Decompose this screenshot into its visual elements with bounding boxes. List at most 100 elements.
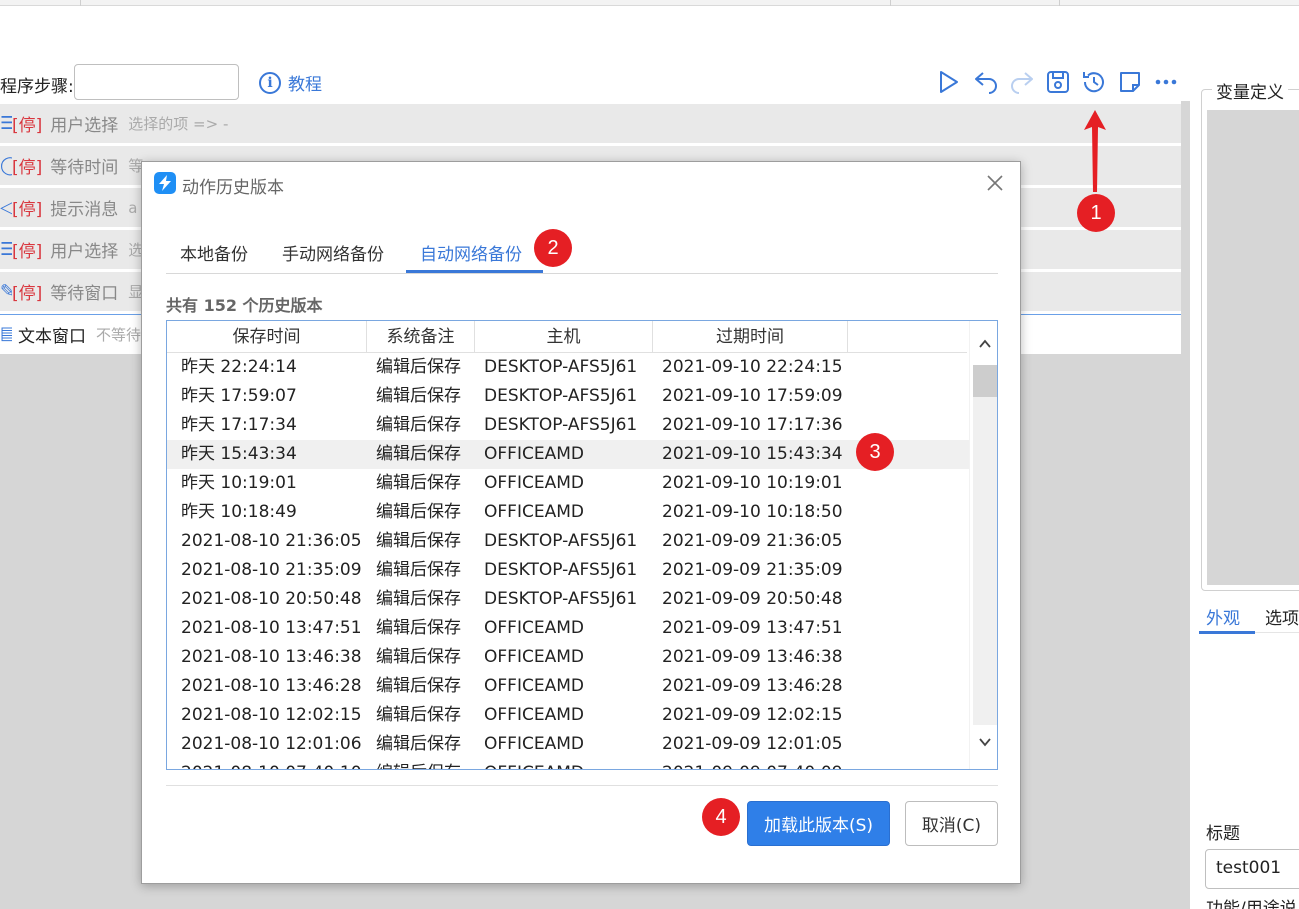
- step-row[interactable]: ☰ [停] 用户选择 选择的项 => -: [0, 104, 1181, 144]
- tutorial-link[interactable]: i 教程: [259, 70, 322, 95]
- table-row[interactable]: 2021-08-10 13:47:51 编辑后保存 OFFICEAMD 2021-09…: [167, 614, 969, 643]
- table-cell: 编辑后保存: [376, 502, 461, 522]
- step-tag: [停]: [12, 242, 43, 262]
- table-row[interactable]: 昨天 17:17:34 编辑后保存 DESKTOP-AFS5J61 2021-09-1…: [167, 411, 969, 440]
- annotation-badge-4: 4: [702, 798, 740, 836]
- table-cell: DESKTOP-AFS5J61: [484, 357, 638, 377]
- list-icon: ☰: [0, 112, 12, 134]
- step-desc: 不等待: [96, 325, 142, 344]
- annotation-badge-2: 2: [534, 229, 572, 267]
- table-cell: 2021-09-09 13:46:38: [662, 647, 843, 667]
- table-cell: 昨天 17:59:07: [181, 386, 297, 406]
- annotation-arrow: [1084, 110, 1106, 192]
- table-row[interactable]: 昨天 15:43:34 编辑后保存 OFFICEAMD 2021-09-10 15:4…: [167, 440, 969, 469]
- scrollbar-thumb[interactable]: [973, 365, 997, 397]
- title-input[interactable]: test001: [1205, 849, 1299, 889]
- play-icon[interactable]: [934, 68, 962, 96]
- history-table: 保存时间 系统备注 主机 过期时间 昨天 22:24:14 编辑后保存 DESKTO…: [166, 320, 998, 770]
- tabs-divider: [166, 273, 998, 274]
- step-tag: [停]: [12, 116, 43, 136]
- table-row[interactable]: 昨天 10:18:49 编辑后保存 OFFICEAMD 2021-09-10 10:1…: [167, 498, 969, 527]
- info-icon: i: [259, 71, 281, 94]
- table-row[interactable]: 2021-08-10 07:40:10 编辑后保存 OFFICEAMD 2021-09…: [167, 759, 969, 769]
- more-icon[interactable]: [1152, 68, 1180, 96]
- tab-local-backup[interactable]: 本地备份: [180, 240, 248, 265]
- table-cell: OFFICEAMD: [484, 647, 584, 667]
- table-scrollbar[interactable]: [969, 321, 997, 769]
- table-row[interactable]: 2021-08-10 21:35:09 编辑后保存 DESKTOP-AFS5J61 2…: [167, 556, 969, 585]
- tab-appearance[interactable]: 外观: [1206, 604, 1240, 629]
- step-list-scrollbar[interactable]: [1181, 101, 1190, 909]
- table-cell: OFFICEAMD: [484, 502, 584, 522]
- footer-divider: [166, 785, 998, 786]
- active-tab-underline: [406, 270, 543, 273]
- tutorial-label: 教程: [288, 75, 322, 95]
- table-cell: 2021-08-10 20:50:48: [181, 589, 362, 609]
- load-version-button[interactable]: 加载此版本(S): [747, 801, 890, 846]
- step-desc: 选择的项 => -: [128, 115, 229, 133]
- table-cell: 昨天 15:43:34: [181, 444, 297, 464]
- step-label: 程序步骤:: [0, 77, 74, 97]
- tab-manual-network-backup[interactable]: 手动网络备份: [282, 240, 384, 265]
- table-cell: 编辑后保存: [376, 759, 461, 769]
- column-header-save-time[interactable]: 保存时间: [167, 321, 367, 353]
- column-header-expire-time[interactable]: 过期时间: [653, 321, 848, 353]
- step-name: 等待窗口: [50, 284, 119, 304]
- chevron-down-icon[interactable]: [978, 735, 992, 749]
- annotation-badge-3: 3: [856, 433, 894, 471]
- step-desc: a: [128, 198, 138, 217]
- scrollbar-track[interactable]: [973, 365, 997, 725]
- table-cell: 2021-09-10 15:43:34: [662, 444, 843, 464]
- table-cell: 2021-09-10 17:17:36: [662, 415, 843, 435]
- step-tag: [停]: [12, 200, 43, 220]
- note-icon[interactable]: [1116, 68, 1144, 96]
- close-icon[interactable]: [986, 174, 1004, 192]
- dialog-title: 动作历史版本: [182, 178, 284, 198]
- table-row[interactable]: 昨天 10:19:01 编辑后保存 OFFICEAMD 2021-09-10 10:1…: [167, 469, 969, 498]
- variable-definition-title: 变量定义: [1212, 78, 1288, 103]
- redo-icon[interactable]: [1008, 68, 1036, 96]
- table-cell: 2021-09-10 10:18:50: [662, 502, 843, 522]
- step-name: 用户选择: [50, 116, 119, 136]
- cancel-button[interactable]: 取消(C): [905, 801, 998, 846]
- table-cell: 编辑后保存: [376, 357, 461, 377]
- table-cell: 2021-08-10 21:35:09: [181, 560, 362, 580]
- table-row[interactable]: 2021-08-10 12:02:15 编辑后保存 OFFICEAMD 2021-09…: [167, 701, 969, 730]
- table-cell: OFFICEAMD: [484, 618, 584, 638]
- table-cell: DESKTOP-AFS5J61: [484, 415, 638, 435]
- column-header-system-note[interactable]: 系统备注: [367, 321, 475, 353]
- purpose-label: 功能/用途说: [1206, 899, 1297, 909]
- variable-list[interactable]: [1207, 110, 1299, 585]
- table-cell: 昨天 10:19:01: [181, 473, 297, 493]
- version-count: 共有 152 个历史版本: [166, 296, 323, 315]
- table-row[interactable]: 2021-08-10 13:46:38 编辑后保存 OFFICEAMD 2021-09…: [167, 643, 969, 672]
- history-icon[interactable]: [1080, 68, 1108, 96]
- tab-options[interactable]: 选项: [1265, 604, 1299, 629]
- save-icon[interactable]: [1044, 68, 1072, 96]
- window-icon: ▤: [0, 323, 12, 344]
- history-dialog: 动作历史版本 本地备份 手动网络备份 自动网络备份 共有 152 个历史版本 保…: [141, 161, 1021, 884]
- table-cell: DESKTOP-AFS5J61: [484, 589, 638, 609]
- tab-auto-network-backup[interactable]: 自动网络备份: [420, 240, 522, 265]
- column-header-host[interactable]: 主机: [475, 321, 653, 353]
- table-cell: OFFICEAMD: [484, 473, 584, 493]
- table-cell: 2021-09-09 21:36:05: [662, 531, 843, 551]
- right-tab-underline: [1199, 631, 1255, 634]
- chevron-up-icon[interactable]: [978, 337, 992, 351]
- table-row[interactable]: 2021-08-10 20:50:48 编辑后保存 DESKTOP-AFS5J61 2…: [167, 585, 969, 614]
- table-row[interactable]: 2021-08-10 12:01:06 编辑后保存 OFFICEAMD 2021-09…: [167, 730, 969, 759]
- table-row[interactable]: 昨天 22:24:14 编辑后保存 DESKTOP-AFS5J61 2021-09-1…: [167, 353, 969, 382]
- table-cell: 编辑后保存: [376, 618, 461, 638]
- table-body: 昨天 22:24:14 编辑后保存 DESKTOP-AFS5J61 2021-09-1…: [167, 353, 969, 769]
- pen-icon: ✎: [0, 280, 12, 302]
- table-cell: 昨天 10:18:49: [181, 502, 297, 522]
- step-input[interactable]: [74, 64, 239, 100]
- table-cell: 2021-08-10 12:02:15: [181, 705, 362, 725]
- undo-icon[interactable]: [972, 68, 1000, 96]
- table-cell: 编辑后保存: [376, 386, 461, 406]
- table-row[interactable]: 昨天 17:59:07 编辑后保存 DESKTOP-AFS5J61 2021-09-1…: [167, 382, 969, 411]
- table-header: 保存时间 系统备注 主机 过期时间: [167, 321, 967, 353]
- table-row[interactable]: 2021-08-10 13:46:28 编辑后保存 OFFICEAMD 2021-09…: [167, 672, 969, 701]
- table-cell: DESKTOP-AFS5J61: [484, 560, 638, 580]
- table-row[interactable]: 2021-08-10 21:36:05 编辑后保存 DESKTOP-AFS5J61 2…: [167, 527, 969, 556]
